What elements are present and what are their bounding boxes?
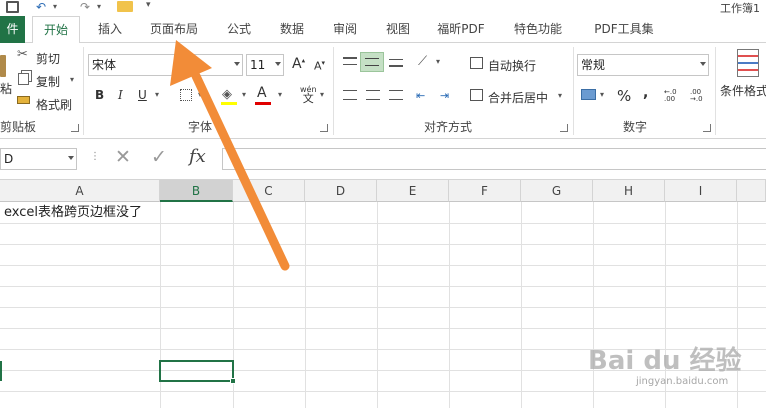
- annotation-arrow: [170, 40, 290, 271]
- arrow-head: [170, 40, 212, 86]
- arrow-shaft: [191, 71, 290, 271]
